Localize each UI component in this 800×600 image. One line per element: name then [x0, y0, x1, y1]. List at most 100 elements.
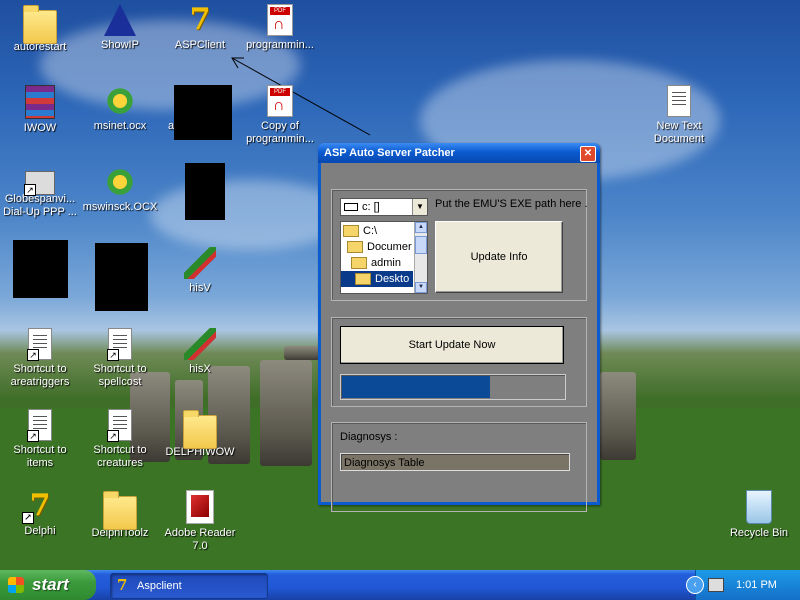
text-document-icon: ↗	[27, 409, 52, 442]
desktop-icon-label: Shortcut to items	[13, 444, 67, 469]
desktop-icon-globespan-dialup[interactable]: ↗ Globespanvi... Dial-Up PPP ...	[0, 166, 80, 219]
redaction-box	[174, 85, 232, 140]
desktop-icon-items[interactable]: ↗ Shortcut to items	[0, 409, 80, 470]
windows-logo-icon	[8, 577, 24, 593]
start-button[interactable]: start	[0, 570, 96, 600]
desktop-icon-msinet[interactable]: msinet.ocx	[80, 85, 160, 133]
redaction-box	[95, 243, 148, 311]
delphi-icon: 7	[117, 576, 128, 594]
text-document-icon: ↗	[107, 328, 132, 361]
taskbar-item-aspclient[interactable]: 7 Aspclient	[110, 573, 268, 599]
desktop-icon-mswinsck[interactable]: mswinsck.OCX	[80, 166, 160, 214]
scroll-down-icon[interactable]: ▼	[415, 282, 427, 293]
system-tray: ‹ 1:01 PM	[686, 570, 800, 600]
desktop-icon-label: Shortcut to spellcost	[93, 363, 147, 388]
desktop-icon-label: Shortcut to areatriggers	[10, 363, 70, 388]
activex-gear-icon	[104, 85, 136, 117]
window-titlebar[interactable]: ASP Auto Server Patcher ✕	[318, 143, 600, 163]
desktop-icon-adobe-reader[interactable]: Adobe Reader 7.0	[160, 490, 240, 553]
desktop-icon-creatures[interactable]: ↗ Shortcut to creatures	[80, 409, 160, 470]
start-update-button[interactable]: Start Update Now	[340, 326, 564, 364]
desktop-icon-recycle-bin[interactable]: Recycle Bin	[719, 490, 799, 540]
shortcut-arrow-icon: ↗	[107, 430, 119, 442]
directory-item-selected[interactable]: Deskto	[341, 271, 413, 287]
desktop-icon-label: Recycle Bin	[729, 527, 789, 539]
diagnosys-label: Diagnosys :	[340, 431, 398, 443]
desktop-icon-iwow[interactable]: IWOW	[0, 85, 80, 135]
drive-combobox[interactable]: c: [] ▼	[340, 198, 428, 216]
update-info-button[interactable]: Update Info	[435, 221, 563, 293]
directory-listbox[interactable]: C:\ Documer admin Deskto ▲ ▼	[340, 221, 428, 294]
directory-item[interactable]: Documer	[347, 239, 412, 255]
desktop-icon-delphiwow[interactable]: DELPHIWOW	[160, 409, 240, 459]
open-folder-icon	[351, 257, 367, 270]
shortcut-arrow-icon: ↗	[107, 349, 119, 361]
start-label: start	[32, 575, 69, 594]
close-icon: ✕	[583, 148, 593, 159]
desktop-icon-copy-programming-pdf[interactable]: PDF Copy of programmin...	[240, 85, 320, 146]
path-hint-label: Put the EMU'S EXE path here .	[435, 198, 588, 210]
update-progress-bar	[340, 374, 566, 400]
text-document-icon: ↗	[27, 328, 52, 361]
desktop-icon-new-text-document[interactable]: New Text Document	[639, 85, 719, 146]
directory-label: admin	[371, 257, 401, 269]
rar-archive-icon	[25, 85, 55, 119]
desktop-icon-label: Delphi	[24, 525, 56, 537]
desktop-icon-label: Copy of programmin...	[246, 120, 314, 145]
desktop-icon-hisv[interactable]: hisV	[160, 247, 240, 295]
directory-item[interactable]: C:\	[343, 223, 377, 239]
desktop-icon-delphi[interactable]: 7 ↗ Delphi	[0, 490, 80, 538]
network-connection-icon: ↗	[24, 171, 55, 196]
desktop-icon-label: mswinsck.OCX	[82, 201, 158, 213]
scrollbar-thumb[interactable]	[415, 236, 427, 254]
shortcut-arrow-icon: ↗	[27, 349, 39, 361]
recycle-bin-icon	[746, 490, 772, 524]
open-folder-icon	[355, 273, 371, 286]
desktop-icon-areatriggers[interactable]: ↗ Shortcut to areatriggers	[0, 328, 80, 389]
directory-label: Deskto	[375, 273, 410, 285]
drive-icon	[344, 203, 358, 212]
desktop-icon-label: Adobe Reader 7.0	[164, 527, 236, 552]
pen-script-icon	[184, 247, 216, 279]
taskbar-item-label: Aspclient	[137, 580, 182, 592]
desktop-icon-label: hisV	[189, 282, 211, 294]
clock[interactable]: 1:01 PM	[736, 570, 777, 600]
activex-gear-icon	[104, 166, 136, 198]
folder-icon	[183, 410, 217, 449]
drive-value: c: []	[362, 201, 380, 213]
asp-patcher-window: ASP Auto Server Patcher ✕ c: [] ▼ Put th…	[318, 143, 600, 512]
directory-item[interactable]: admin	[351, 255, 401, 271]
scroll-up-icon[interactable]: ▲	[415, 222, 427, 233]
desktop-icon-label: msinet.ocx	[93, 120, 147, 132]
progress-fill	[342, 376, 491, 398]
delphi-icon: 7 ↗	[22, 490, 56, 524]
desktop-icon-label: Globespanvi... Dial-Up PPP ...	[3, 193, 77, 218]
window-title: ASP Auto Server Patcher	[324, 147, 455, 159]
pen-script-icon	[184, 328, 216, 360]
desktop-icon-label: hisX	[189, 363, 211, 375]
taskbar: start 7 Aspclient ‹ 1:01 PM	[0, 570, 800, 600]
text-document-icon: ↗	[107, 409, 132, 442]
desktop-icon-label: IWOW	[23, 122, 57, 134]
window-client-area: c: [] ▼ Put the EMU'S EXE path here . C:…	[321, 163, 597, 512]
shortcut-arrow-icon: ↗	[22, 512, 34, 524]
pdf-icon: PDF	[267, 85, 293, 117]
shortcut-arrow-icon: ↗	[24, 184, 36, 196]
desktop-icon-spellcost[interactable]: ↗ Shortcut to spellcost	[80, 328, 160, 389]
acrobat-icon	[186, 490, 214, 524]
close-button[interactable]: ✕	[580, 146, 596, 162]
shortcut-arrow-icon: ↗	[27, 430, 39, 442]
folder-icon	[103, 491, 137, 530]
desktop-icon-delphitoolz[interactable]: DelphiToolz	[80, 490, 160, 540]
show-hidden-icons-icon[interactable]: ‹	[686, 576, 704, 594]
network-tray-icon[interactable]	[708, 578, 724, 592]
open-folder-icon	[347, 241, 363, 254]
desktop-icon-hisx[interactable]: hisX	[160, 328, 240, 376]
desktop: autorestart ShowIP 7 ASPClient PDF progr…	[0, 0, 800, 570]
desktop-icon-label: New Text Document	[653, 120, 705, 145]
chevron-down-icon[interactable]: ▼	[412, 199, 427, 215]
diagnosys-table[interactable]: Diagnosys Table	[340, 453, 570, 471]
desktop-icon-label: Shortcut to creatures	[93, 444, 147, 469]
directory-scrollbar[interactable]: ▲ ▼	[414, 222, 427, 293]
redaction-box	[185, 163, 225, 220]
